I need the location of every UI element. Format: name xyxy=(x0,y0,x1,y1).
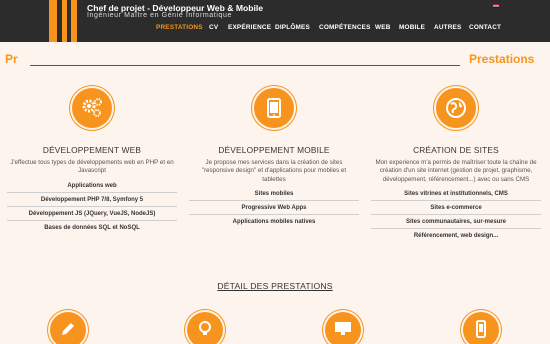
service-item: Applications web xyxy=(7,179,177,193)
nav-competences[interactable]: COMPÉTENCES xyxy=(319,24,371,31)
smartphone-icon xyxy=(463,312,499,344)
service-item: Développement PHP 7/8, Symfony 5 xyxy=(7,193,177,207)
site-subtitle: Ingénieur Maître en Génie Informatique xyxy=(87,12,232,19)
nav-contact[interactable]: CONTACT xyxy=(469,24,501,31)
monitor-icon xyxy=(325,312,361,344)
nav-web[interactable]: WEB xyxy=(375,24,391,31)
nav-cv[interactable]: CV xyxy=(209,24,218,31)
nav-autres[interactable]: AUTRES xyxy=(434,24,461,31)
banner-divider xyxy=(30,65,460,66)
service-title: DÉVELOPPEMENT MOBILE xyxy=(218,145,330,155)
service-items: Sites mobiles Progressive Web Apps Appli… xyxy=(189,187,359,228)
service-sites: CRÉATION DE SITES Mon experience m'a per… xyxy=(371,88,541,242)
service-item: Progressive Web Apps xyxy=(189,201,359,215)
globe-icon xyxy=(436,88,476,128)
service-description: J'effectue tous types de développements … xyxy=(10,159,174,175)
service-item: Sites mobiles xyxy=(189,187,359,201)
service-item: Sites e-commerce xyxy=(371,201,541,215)
service-title: DÉVELOPPEMENT WEB xyxy=(42,145,142,155)
service-item: Développement JS (JQuery, VueJS, NodeJS) xyxy=(7,207,177,221)
lightbulb-icon xyxy=(187,312,223,344)
service-web: DÉVELOPPEMENT WEB J'effectue tous types … xyxy=(7,88,177,234)
service-item: Référencement, web design... xyxy=(413,232,499,239)
banner-right-text: Prestations xyxy=(469,52,535,66)
service-item: Sites communautaires, sur-mesure xyxy=(371,215,541,229)
detail-section-title: DÉTAIL DES PRESTATIONS xyxy=(217,281,333,291)
service-mobile: DÉVELOPPEMENT MOBILE Je propose mes serv… xyxy=(189,88,359,228)
nav-diplomes[interactable]: DIPLÔMES xyxy=(275,24,310,31)
site-header: Chef de projet - Développeur Web & Mobil… xyxy=(0,0,550,42)
banner-left-text: Pr xyxy=(5,52,18,66)
service-item: Applications mobiles natives xyxy=(232,218,316,225)
service-item: Sites vitrines et institutionnels, CMS xyxy=(371,187,541,201)
service-items: Sites vitrines et institutionnels, CMS S… xyxy=(371,187,541,242)
service-description: Je propose mes services dans la création… xyxy=(201,159,347,183)
service-item: Bases de données SQL et NoSQL xyxy=(44,224,140,231)
nav-mobile[interactable]: MOBILE xyxy=(399,24,425,31)
nav-experience[interactable]: EXPÉRIENCE xyxy=(228,24,271,31)
uk-flag-icon[interactable] xyxy=(493,4,499,8)
pencil-icon xyxy=(50,312,86,344)
service-description: Mon experience m'a permis de maîtriser t… xyxy=(375,159,537,183)
service-title: CRÉATION DE SITES xyxy=(413,145,499,155)
gears-icon xyxy=(72,88,112,128)
nav-prestations[interactable]: PRESTATIONS xyxy=(156,24,203,31)
tablet-icon xyxy=(254,88,294,128)
service-items: Applications web Développement PHP 7/8, … xyxy=(7,179,177,234)
main-nav: PRESTATIONS CV EXPÉRIENCE DIPLÔMES COMPÉ… xyxy=(0,24,550,36)
